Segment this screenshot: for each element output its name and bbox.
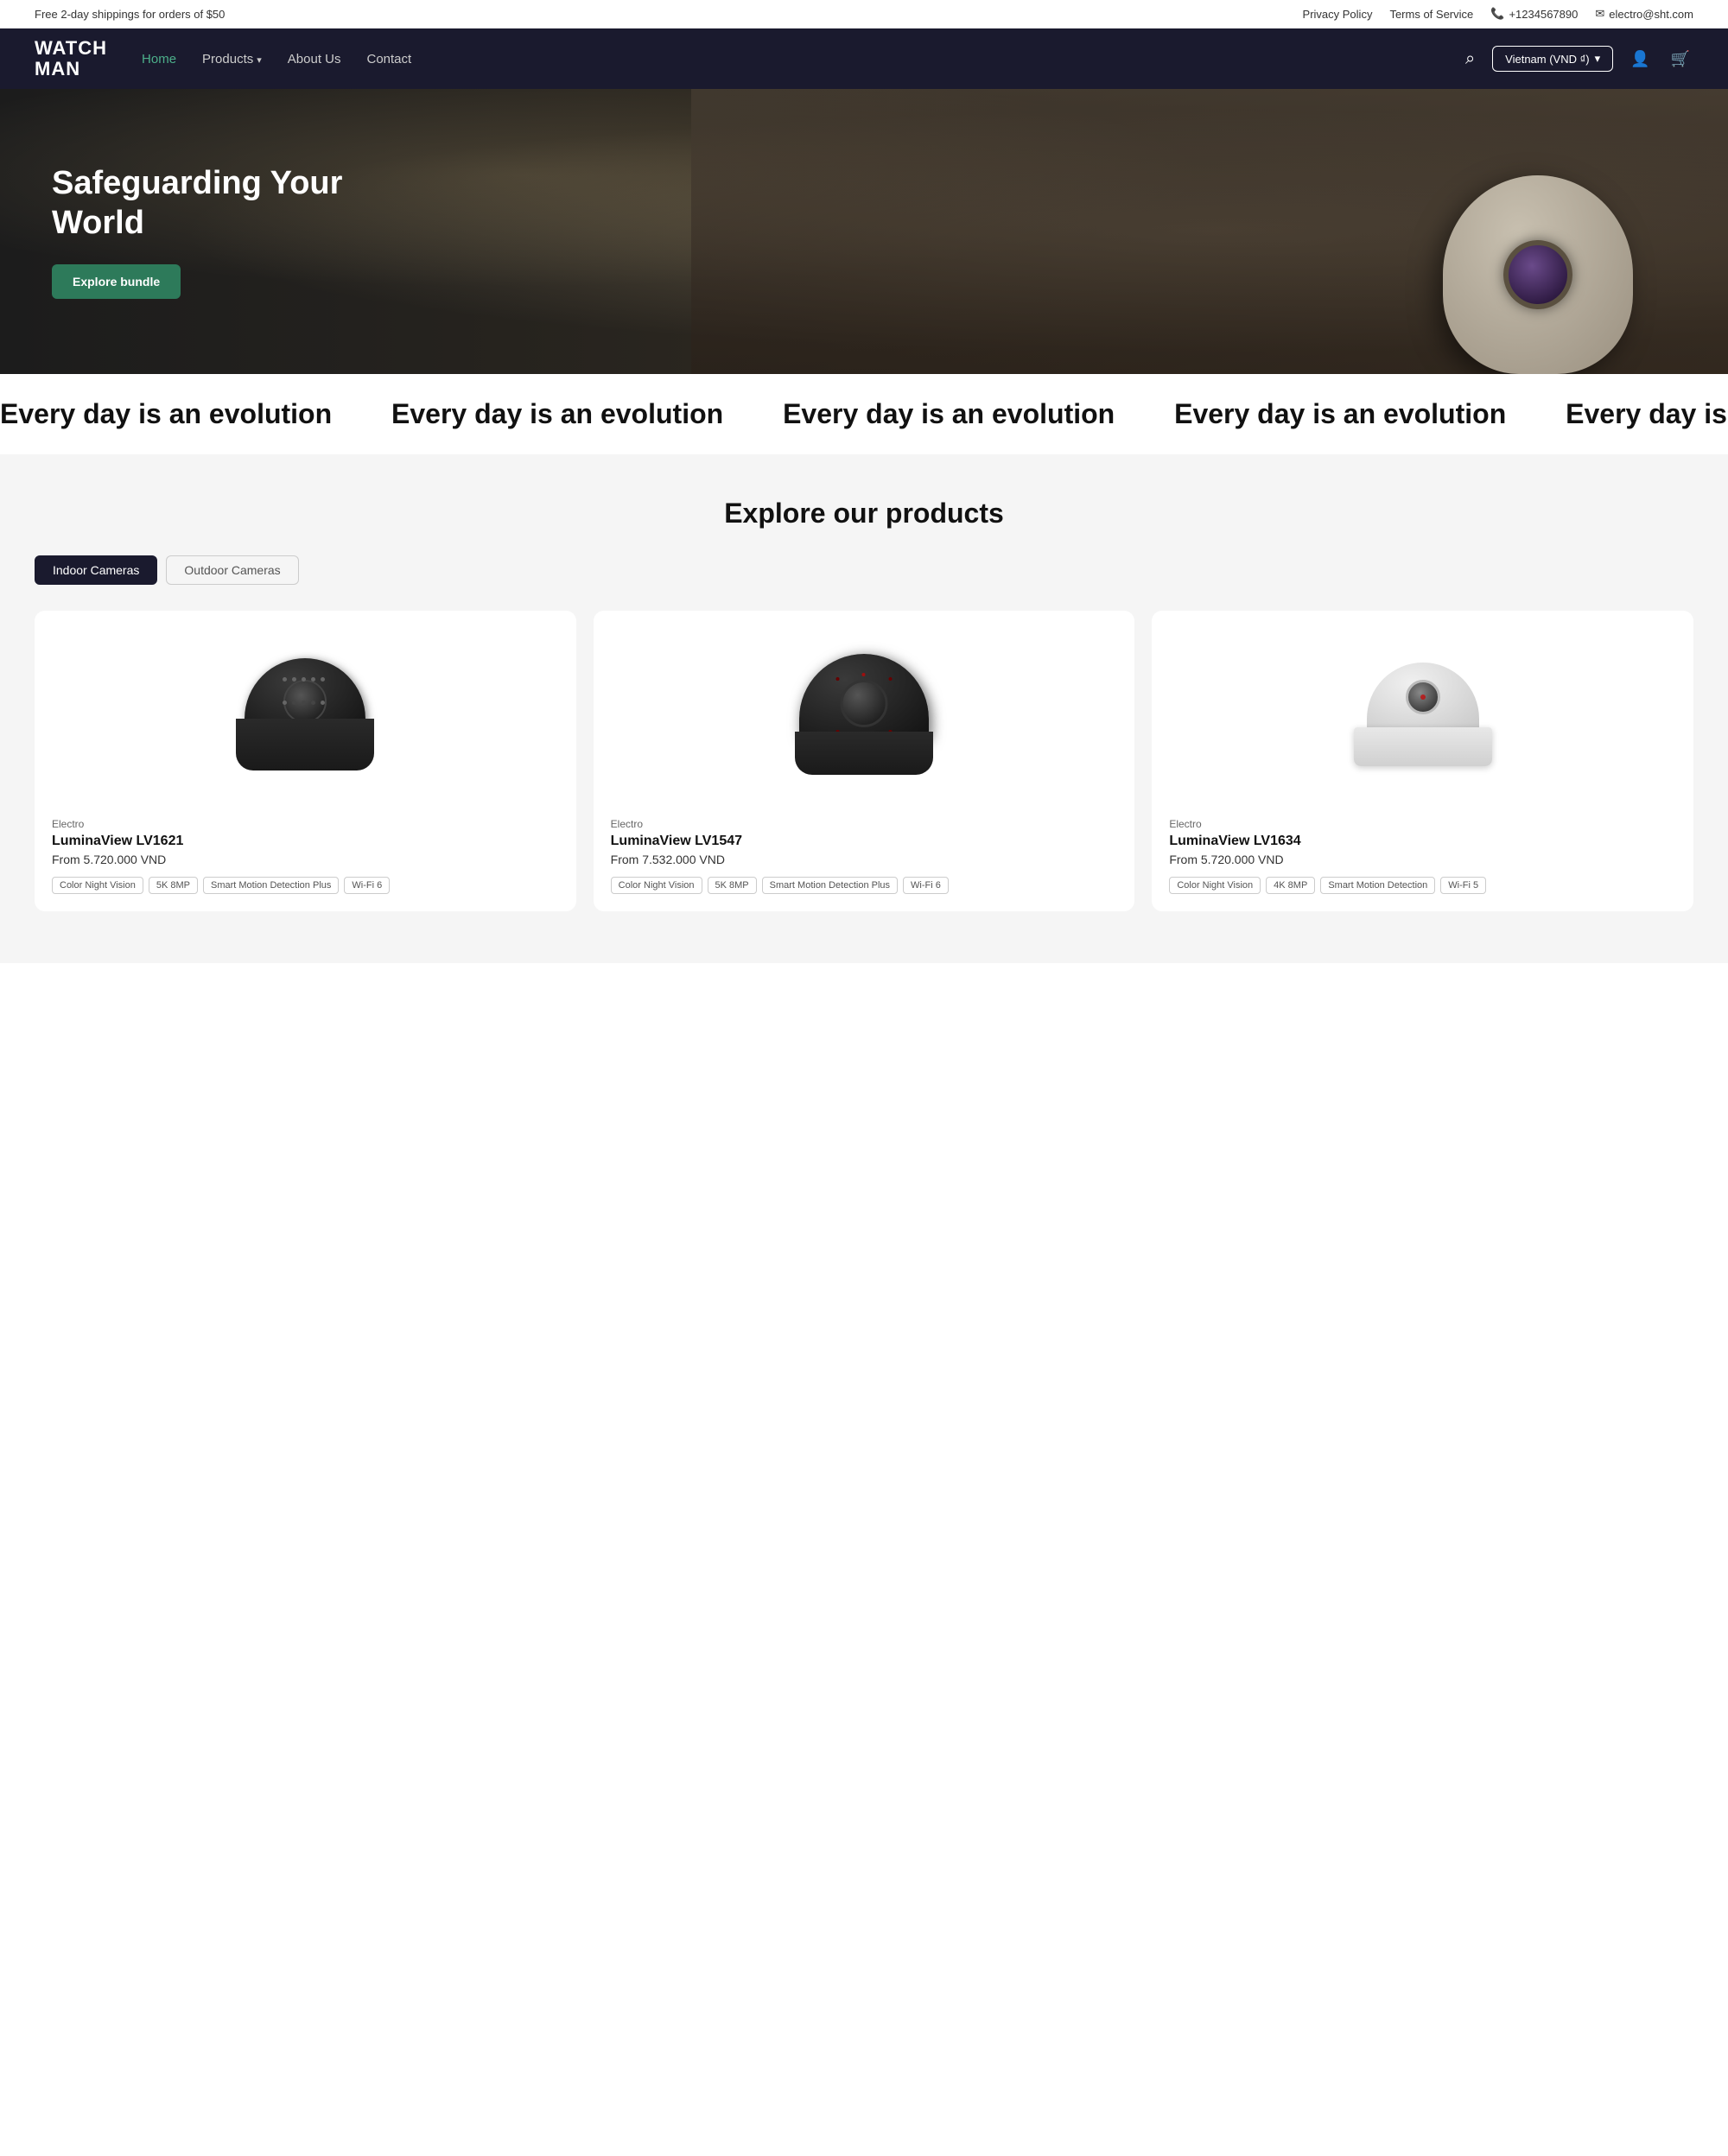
product-card-3[interactable]: Electro LuminaView LV1634 From 5.720.000… — [1152, 611, 1693, 911]
products-section: Explore our products Indoor Cameras Outd… — [0, 454, 1728, 963]
tag-smart-motion-plus-2: Smart Motion Detection Plus — [762, 877, 898, 894]
product-tabs: Indoor Cameras Outdoor Cameras — [35, 555, 1693, 585]
terms-link[interactable]: Terms of Service — [1389, 8, 1473, 21]
ticker-item: Every day is an evolution — [783, 398, 1115, 430]
product-brand-3: Electro — [1169, 818, 1676, 830]
top-bar: Free 2-day shippings for orders of $50 P… — [0, 0, 1728, 29]
dome-base — [236, 719, 374, 770]
product-price-3: From 5.720.000 VND — [1169, 853, 1676, 866]
product-image-2 — [611, 628, 1118, 801]
ticker-item: Every day is an evolution — [1174, 398, 1506, 430]
product-image-3 — [1169, 628, 1676, 801]
tag-5k-8mp: 5K 8MP — [149, 877, 198, 894]
email-address: electro@sht.com — [1609, 8, 1693, 21]
tag-color-night-vision-3: Color Night Vision — [1169, 877, 1261, 894]
product-price-2: From 7.532.000 VND — [611, 853, 1118, 866]
hero-camera-image — [1400, 132, 1676, 374]
tag-wifi5-3: Wi-Fi 5 — [1440, 877, 1486, 894]
led-dot — [1420, 694, 1426, 700]
products-chevron-icon — [257, 52, 262, 67]
nav-right: Vietnam (VND ₫) ▾ 👤 🛒 — [1462, 46, 1693, 73]
email-icon — [1595, 7, 1604, 21]
product-card-1[interactable]: Electro LuminaView LV1621 From 5.720.000… — [35, 611, 576, 911]
phone-icon — [1490, 7, 1504, 21]
ticker-inner: Every day is an evolution Every day is a… — [0, 398, 1728, 430]
nav-links: Home Products About Us Contact — [142, 52, 1462, 67]
white-dome-base — [1354, 727, 1492, 766]
currency-selector[interactable]: Vietnam (VND ₫) ▾ — [1492, 46, 1613, 72]
product-name-2: LuminaView LV1547 — [611, 834, 1118, 849]
product-image-1 — [52, 628, 559, 801]
white-dome-lens — [1406, 680, 1440, 714]
shipping-text: Free 2-day shippings for orders of $50 — [35, 8, 225, 21]
currency-label: Vietnam (VND ₫) — [1505, 53, 1589, 66]
tab-indoor-cameras[interactable]: Indoor Cameras — [35, 555, 157, 585]
logo[interactable]: WATCH MAN — [35, 38, 107, 79]
nav-about[interactable]: About Us — [288, 52, 341, 67]
product-tags-2: Color Night Vision 5K 8MP Smart Motion D… — [611, 877, 1118, 894]
product-grid: Electro LuminaView LV1621 From 5.720.000… — [35, 611, 1693, 911]
email-contact: electro@sht.com — [1595, 7, 1693, 21]
white-dome-top — [1367, 663, 1479, 732]
top-bar-right: Privacy Policy Terms of Service +1234567… — [1303, 7, 1693, 21]
user-button[interactable]: 👤 — [1627, 47, 1653, 72]
nav-home[interactable]: Home — [142, 52, 176, 67]
product-tags-1: Color Night Vision 5K 8MP Smart Motion D… — [52, 877, 559, 894]
product-tags-3: Color Night Vision 4K 8MP Smart Motion D… — [1169, 877, 1676, 894]
dome-body — [799, 654, 929, 740]
dome-base-2 — [795, 732, 933, 775]
camera-dome-black-2 — [795, 654, 933, 775]
product-brand-1: Electro — [52, 818, 559, 830]
tag-wifi6: Wi-Fi 6 — [344, 877, 390, 894]
hero-section: Safeguarding Your World Explore bundle — [0, 89, 1728, 374]
camera-dome-black-1 — [236, 658, 374, 770]
camera-dome-white — [1354, 663, 1492, 766]
ticker-item: Every day is an evolution — [1566, 398, 1728, 430]
tag-smart-motion-3: Smart Motion Detection — [1320, 877, 1435, 894]
tag-4k-8mp-3: 4K 8MP — [1266, 877, 1315, 894]
tag-5k-8mp-2: 5K 8MP — [708, 877, 757, 894]
product-brand-2: Electro — [611, 818, 1118, 830]
privacy-link[interactable]: Privacy Policy — [1303, 8, 1373, 21]
nav-products[interactable]: Products — [202, 52, 262, 67]
search-button[interactable] — [1462, 46, 1478, 73]
currency-chevron-icon: ▾ — [1595, 52, 1601, 66]
camera-body — [1443, 175, 1633, 374]
phone-number: +1234567890 — [1509, 8, 1578, 21]
tab-outdoor-cameras[interactable]: Outdoor Cameras — [166, 555, 298, 585]
ticker-item: Every day is an evolution — [0, 398, 332, 430]
hero-content: Safeguarding Your World Explore bundle — [0, 164, 432, 298]
product-name-1: LuminaView LV1621 — [52, 834, 559, 849]
tag-color-night-vision: Color Night Vision — [52, 877, 143, 894]
user-icon: 👤 — [1630, 50, 1649, 67]
product-name-3: LuminaView LV1634 — [1169, 834, 1676, 849]
ticker-banner: Every day is an evolution Every day is a… — [0, 374, 1728, 454]
phone-contact: +1234567890 — [1490, 7, 1578, 21]
product-card-2[interactable]: Electro LuminaView LV1547 From 7.532.000… — [594, 611, 1135, 911]
ticker-item: Every day is an evolution — [391, 398, 723, 430]
hero-heading: Safeguarding Your World — [52, 164, 380, 243]
navbar: WATCH MAN Home Products About Us Contact… — [0, 29, 1728, 89]
search-icon — [1465, 50, 1475, 67]
product-price-1: From 5.720.000 VND — [52, 853, 559, 866]
products-section-title: Explore our products — [35, 498, 1693, 529]
nav-contact[interactable]: Contact — [366, 52, 411, 67]
cart-button[interactable]: 🛒 — [1668, 47, 1693, 72]
tag-color-night-vision-2: Color Night Vision — [611, 877, 702, 894]
explore-bundle-button[interactable]: Explore bundle — [52, 264, 181, 299]
camera-lens — [1503, 240, 1572, 309]
tag-smart-motion-plus: Smart Motion Detection Plus — [203, 877, 339, 894]
tag-wifi6-2: Wi-Fi 6 — [903, 877, 949, 894]
cart-icon: 🛒 — [1671, 50, 1690, 67]
